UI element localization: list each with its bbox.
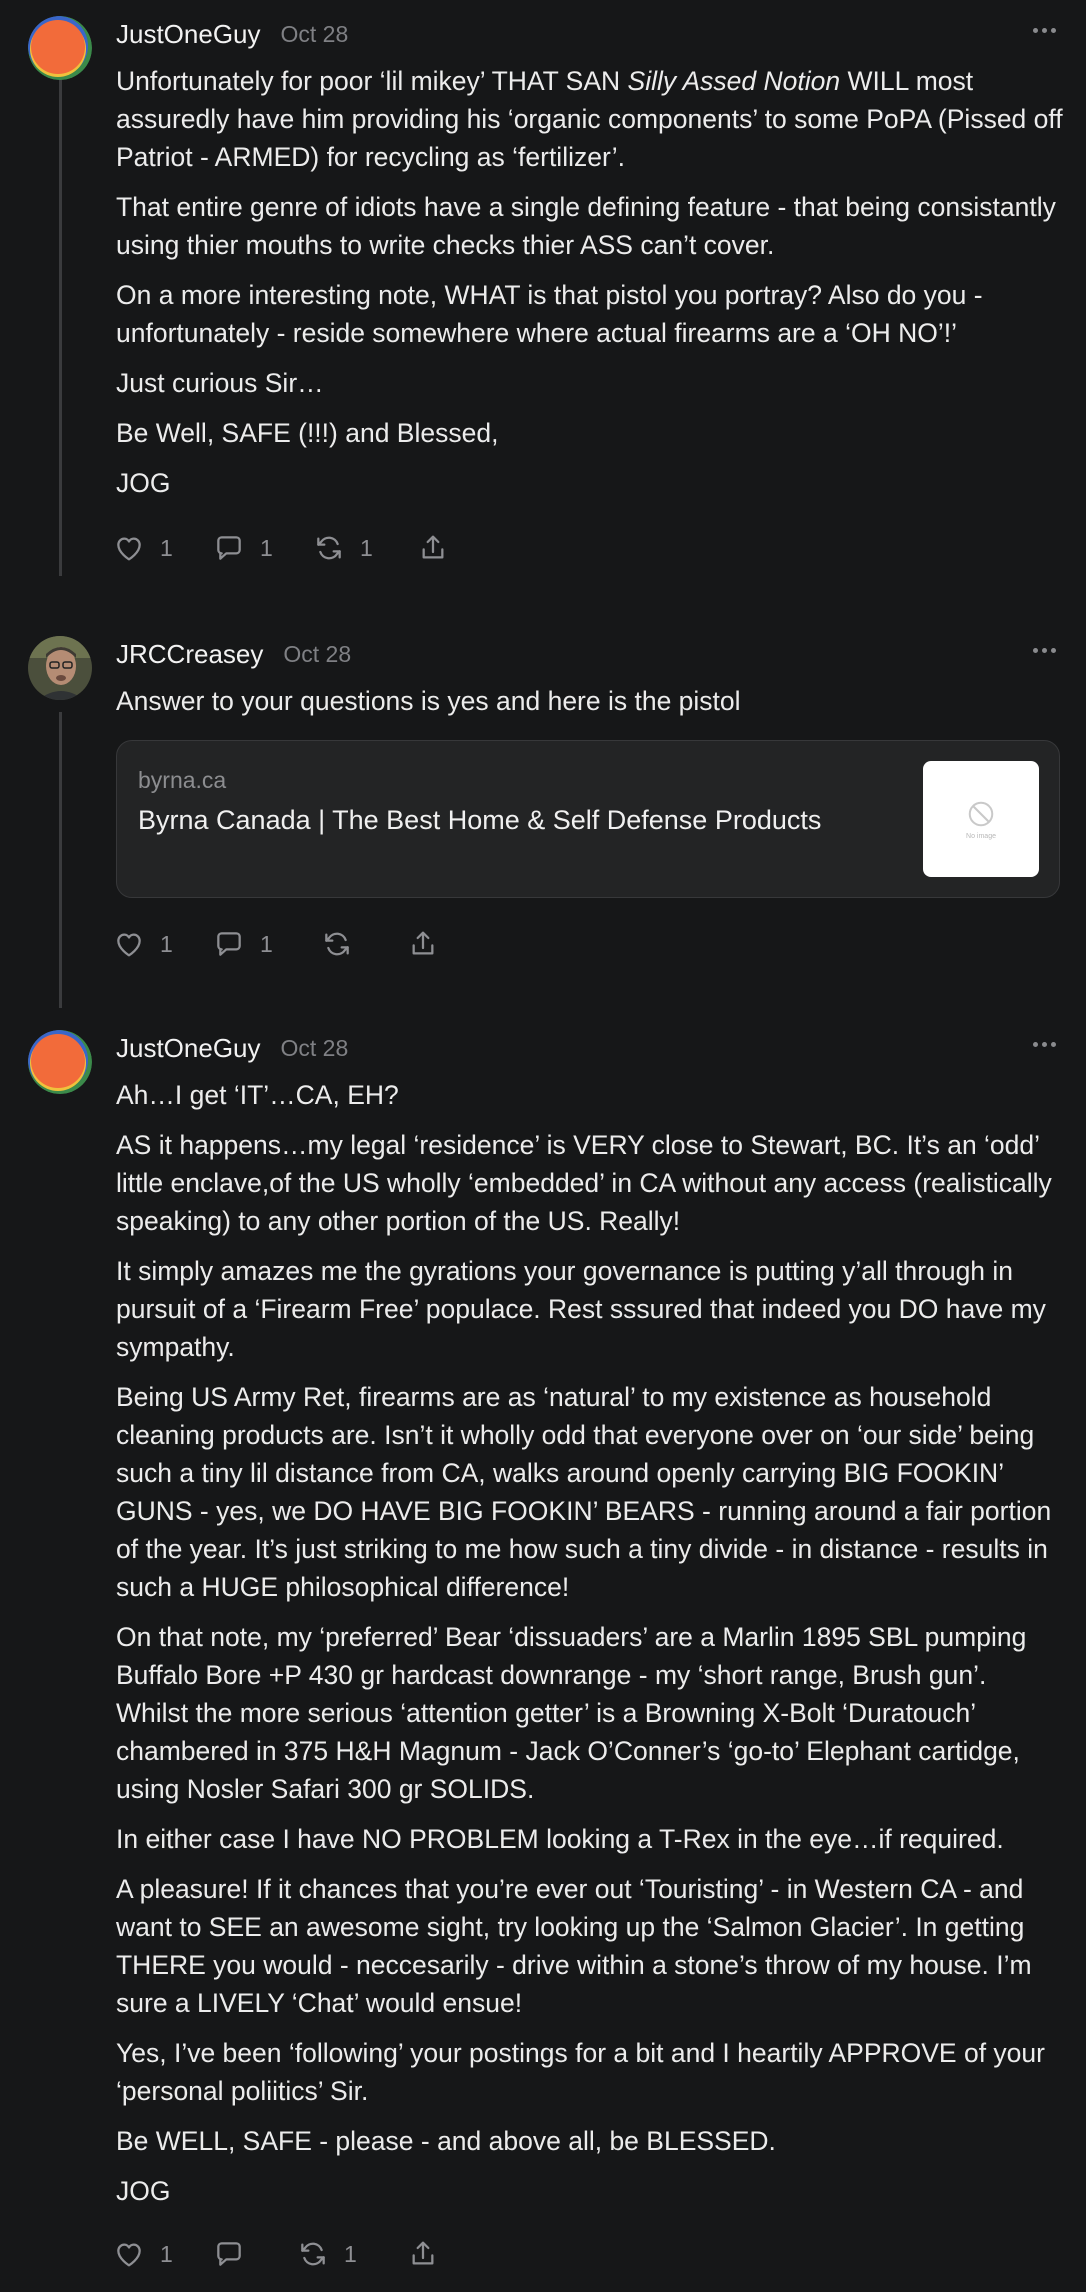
comment-body: Ah…I get ‘IT’…CA, EH? AS it happens…my l… — [116, 1076, 1064, 2222]
like-button[interactable]: 1 — [112, 2234, 212, 2274]
paragraph: Being US Army Ret, firearms are as ‘natu… — [116, 1382, 1052, 1602]
link-preview-card[interactable]: byrna.ca Byrna Canada | The Best Home & … — [116, 740, 1060, 898]
reply-count: 1 — [260, 930, 273, 957]
restack-button[interactable]: 1 — [312, 528, 416, 568]
speech-bubble-icon — [217, 932, 241, 956]
no-image-label: No image — [966, 832, 996, 840]
speech-bubble-icon — [217, 2242, 241, 2266]
no-image-icon — [968, 801, 994, 826]
more-dots-icon[interactable] — [1033, 28, 1056, 33]
reply-button[interactable] — [212, 2234, 296, 2274]
paragraph: Ah…I get ‘IT’…CA, EH? — [116, 1080, 399, 1110]
more-dots-icon[interactable] — [1033, 648, 1056, 653]
restack-count: 1 — [344, 2240, 357, 2267]
share-button[interactable] — [416, 528, 456, 568]
paragraph: That entire genre of idiots have a singl… — [116, 192, 1056, 260]
paragraph: It simply amazes me the gyrations your g… — [116, 1256, 1046, 1362]
paragraph: JOG — [116, 2176, 171, 2206]
username[interactable]: JustOneGuy — [116, 1033, 261, 1064]
paragraph: A pleasure! If it chances that you’re ev… — [116, 1874, 1032, 2018]
like-count: 1 — [160, 930, 173, 957]
paragraph: Yes, I’ve been ‘following’ your postings… — [116, 2038, 1045, 2106]
like-count: 1 — [160, 2240, 173, 2267]
reply-button[interactable]: 1 — [212, 924, 320, 964]
share-upload-icon — [422, 535, 444, 559]
restack-arrows-icon — [301, 2242, 325, 2266]
share-upload-icon — [412, 931, 434, 955]
share-upload-icon — [412, 2241, 434, 2265]
comment: JRCCreasey Oct 28 Answer to your questio… — [0, 636, 1086, 1008]
username[interactable]: JRCCreasey — [116, 639, 263, 670]
paragraph: Answer to your questions is yes and here… — [116, 686, 741, 716]
link-title: Byrna Canada | The Best Home & Self Defe… — [138, 805, 822, 835]
link-thumbnail: No image — [923, 761, 1039, 877]
paragraph: On a more interesting note, WHAT is that… — [116, 280, 983, 348]
reply-count: 1 — [260, 534, 273, 561]
paragraph: Just curious Sir… — [116, 368, 324, 398]
avatar[interactable] — [28, 16, 92, 80]
share-button[interactable] — [406, 924, 446, 964]
link-domain: byrna.ca — [138, 767, 227, 793]
share-button[interactable] — [406, 2234, 446, 2274]
restack-count: 1 — [360, 534, 373, 561]
avatar[interactable] — [28, 636, 92, 700]
comment-date[interactable]: Oct 28 — [281, 21, 349, 48]
restack-button[interactable] — [320, 924, 406, 964]
comment: JustOneGuy Oct 28 Ah…I get ‘IT’…CA, EH? … — [0, 1030, 1086, 2292]
comment-body: Answer to your questions is yes and here… — [116, 682, 1064, 732]
paragraph: AS it happens…my legal ‘residence’ is VE… — [116, 1130, 1052, 1236]
paragraph: Unfortunately for poor ‘lil mikey’ THAT … — [116, 66, 1063, 172]
restack-button[interactable]: 1 — [296, 2234, 406, 2274]
paragraph: Be Well, SAFE (!!!) and Blessed, — [116, 418, 499, 448]
heart-icon — [117, 933, 141, 957]
like-button[interactable]: 1 — [112, 528, 212, 568]
paragraph: Be WELL, SAFE - please - and above all, … — [116, 2126, 776, 2156]
action-bar: 1 1 — [112, 924, 446, 964]
restack-arrows-icon — [325, 932, 349, 956]
comment-date[interactable]: Oct 28 — [283, 641, 351, 668]
paragraph: On that note, my ‘preferred’ Bear ‘dissu… — [116, 1622, 1027, 1804]
comment: JustOneGuy Oct 28 Unfortunately for poor… — [0, 16, 1086, 576]
comment-date[interactable]: Oct 28 — [281, 1035, 349, 1062]
more-dots-icon[interactable] — [1033, 1042, 1056, 1047]
heart-icon — [117, 537, 141, 561]
like-count: 1 — [160, 534, 173, 561]
reply-button[interactable]: 1 — [212, 528, 312, 568]
action-bar: 1 1 — [112, 2234, 446, 2274]
username[interactable]: JustOneGuy — [116, 19, 261, 50]
action-bar: 1 1 1 — [112, 528, 456, 568]
restack-arrows-icon — [317, 536, 341, 560]
paragraph: JOG — [116, 468, 171, 498]
comment-body: Unfortunately for poor ‘lil mikey’ THAT … — [116, 62, 1064, 514]
heart-icon — [117, 2243, 141, 2267]
speech-bubble-icon — [217, 536, 241, 560]
paragraph: In either case I have NO PROBLEM looking… — [116, 1824, 1004, 1854]
avatar[interactable] — [28, 1030, 92, 1094]
like-button[interactable]: 1 — [112, 924, 212, 964]
